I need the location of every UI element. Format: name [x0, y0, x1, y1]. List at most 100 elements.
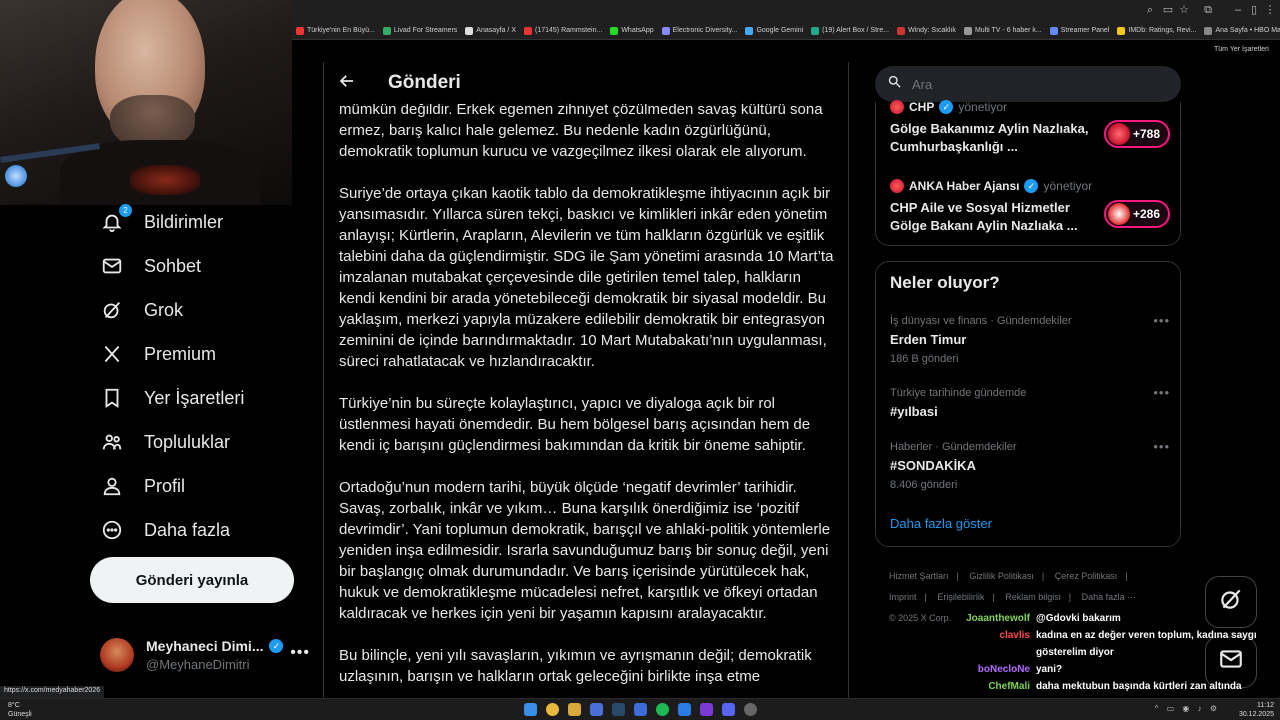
nav-item-bookmarks[interactable]: Yer İşaretleri [100, 386, 244, 410]
trend-name: #SONDAKİKA [890, 458, 976, 473]
zoom-icon[interactable]: ⌕ [1144, 4, 1156, 16]
clock[interactable]: 11:12 30.12.2025 [1239, 701, 1274, 719]
post-paragraph: Türkiye’nin bu süreçte kolaylaştırıcı, y… [339, 395, 811, 454]
footer-link[interactable]: Erişilebilirlik [937, 592, 984, 602]
bookmark-item[interactable]: (19) Alert Box / Stre... [811, 26, 889, 35]
x-logo-icon [100, 342, 124, 366]
footer-link[interactable]: Hizmet Şartları [889, 571, 949, 581]
bookmark-item[interactable]: Electronic Diversity... [661, 26, 738, 35]
trend-item[interactable]: Haberler · Gündemdekiler #SONDAKİKA 8.40… [890, 439, 1170, 491]
all-bookmarks-link[interactable]: Tüm Yer İşaretleri [1214, 46, 1274, 53]
nav-item-notifications[interactable]: 2 Bildirimler [100, 204, 224, 234]
nav-item-messages[interactable]: Sohbet [100, 254, 201, 278]
show-more-link[interactable]: Daha fazla göster [890, 516, 992, 531]
chrome-icon[interactable] [546, 703, 559, 716]
nav-label: Grok [144, 299, 184, 320]
listener-avatar [1108, 203, 1130, 225]
bookmark-label: Google Gemini [756, 27, 804, 34]
bookmark-item[interactable]: (17145) Rammstein... [524, 26, 603, 35]
bookmark-favicon-icon [296, 26, 304, 35]
system-tray[interactable]: ^ ▭ ◉ ♪ ⚙ [1155, 704, 1220, 713]
post-button[interactable]: Gönderi yayınla [90, 557, 294, 603]
bookmark-item[interactable]: Multi TV - 6 haber k... [963, 26, 1042, 35]
star-icon[interactable]: ☆ [1178, 4, 1190, 16]
bookmark-label: Türkiye'nin En Büyü... [307, 27, 375, 34]
live-events-box: CHP ✓ yönetiyor Gölge Bakanımız Aylin Nazl… [875, 100, 1181, 246]
search-input[interactable] [912, 76, 1152, 92]
trend-meta: İş dünyası ve finans · Gündemdekiler [890, 315, 1072, 327]
webcam-overlay [0, 0, 292, 205]
back-arrow-icon[interactable] [338, 72, 360, 94]
app-icon[interactable] [700, 703, 713, 716]
more-circle-icon [100, 518, 124, 542]
start-icon[interactable] [524, 703, 537, 716]
chat-text: kadına en az değer veren toplum, kadına … [1036, 630, 1257, 641]
folder-icon[interactable] [568, 703, 581, 716]
live-listeners-pill[interactable]: +286 [1104, 200, 1170, 228]
bookmark-item[interactable]: Livad For Streamers [382, 26, 457, 35]
extensions-icon[interactable]: ⧉ [1202, 4, 1214, 16]
trend-item[interactable]: Türkiye tarihinde gündemde #yılbasi ••• [890, 385, 1170, 419]
footer-link[interactable]: Çerez Politikası [1055, 571, 1118, 581]
cast-icon[interactable]: ▭ [1162, 4, 1174, 16]
app-icon[interactable] [634, 703, 647, 716]
bookmark-label: Ana Sayfa • HBO Max [1215, 27, 1280, 34]
status-url: https://x.com/medyahaber2026 [0, 686, 105, 698]
app-icon[interactable] [590, 703, 603, 716]
bookmark-item[interactable]: Türkiye'nin En Büyü... [296, 26, 375, 35]
nav-item-profile[interactable]: Profil [100, 474, 185, 498]
trend-more-icon[interactable]: ••• [1153, 439, 1170, 454]
bookmark-label: (17145) Rammstein... [535, 27, 603, 34]
nav-item-more[interactable]: Daha fazla [100, 518, 230, 542]
nav-label: Bildirimler [144, 211, 224, 232]
chat-username [960, 644, 1036, 661]
live-item[interactable]: CHP ✓ yönetiyor Gölge Bakanımız Aylin Nazl… [890, 100, 1170, 156]
nav-item-communities[interactable]: Topluluklar [100, 430, 230, 454]
bookmark-item[interactable]: WhatsApp [610, 26, 654, 35]
nav-item-grok[interactable]: Grok [100, 298, 183, 322]
live-source: ANKA Haber Ajansı [909, 179, 1020, 193]
sidebar-icon[interactable]: ▯ [1248, 4, 1260, 16]
nav-label: Sohbet [144, 255, 202, 276]
listener-avatar [1108, 123, 1130, 145]
trend-item[interactable]: İş dünyası ve finans · Gündemdekiler Erd… [890, 313, 1170, 365]
trend-name: Erden Timur [890, 332, 967, 347]
footer-link[interactable]: Gizlilik Politikası [969, 571, 1034, 581]
bookmark-item[interactable]: Google Gemini [745, 26, 804, 35]
discord-icon[interactable] [722, 703, 735, 716]
footer-link[interactable]: Imprint [889, 592, 917, 602]
shirt-print [130, 165, 200, 195]
weather-widget[interactable]: 8°C Güneşli [8, 701, 32, 719]
more-dots-icon[interactable]: ••• [290, 644, 310, 662]
steam-icon[interactable] [612, 703, 625, 716]
minimize-icon[interactable]: – [1232, 4, 1244, 16]
obs-icon[interactable] [744, 703, 757, 716]
bookmark-item[interactable]: IMDb: Ratings, Revi... [1117, 26, 1196, 35]
bookmark-favicon-icon [745, 26, 754, 35]
chat-message: Joaanthewolf @Gdovki bakarım [960, 610, 1280, 627]
chat-username: ChefMali [988, 681, 1030, 692]
chat-username: Joaanthewolf [966, 613, 1030, 624]
menu-icon[interactable]: ⋮ [1264, 4, 1276, 16]
main-column: Gönderi mümkün değildir. Erkek egemen zi… [323, 62, 849, 700]
live-role: yönetiyor [958, 100, 1008, 114]
post-paragraph: Suriye’de ortaya çıkan kaotik tablo da d… [339, 185, 834, 370]
bookmark-item[interactable]: Windy: Sıcaklık [897, 26, 956, 35]
people-icon [100, 430, 124, 454]
profile-name: Meyhaneci Dimi... [146, 638, 264, 654]
footer-link[interactable]: Daha fazla ··· [1082, 592, 1137, 602]
nav-item-premium[interactable]: Premium [100, 342, 216, 366]
footer-link[interactable]: Reklam bilgisi [1005, 592, 1061, 602]
bookmark-label: Electronic Diversity... [672, 27, 738, 34]
search-box[interactable] [875, 66, 1181, 102]
app-icon[interactable] [678, 703, 691, 716]
trend-more-icon[interactable]: ••• [1153, 385, 1170, 400]
spotify-icon[interactable] [656, 703, 669, 716]
bookmark-item[interactable]: Streamer Panel [1049, 26, 1109, 35]
live-item[interactable]: ANKA Haber Ajansı ✓ yönetiyor CHP Aile ve … [890, 179, 1170, 235]
bookmark-item[interactable]: Anasayfa / X [465, 26, 516, 35]
live-listeners-pill[interactable]: +788 [1104, 120, 1170, 148]
account-switcher[interactable]: Meyhaneci Dimi... ✓ @MeyhaneDimitri ••• [100, 630, 310, 680]
trend-more-icon[interactable]: ••• [1153, 313, 1170, 328]
bookmark-item[interactable]: Ana Sayfa • HBO Max [1204, 26, 1280, 35]
